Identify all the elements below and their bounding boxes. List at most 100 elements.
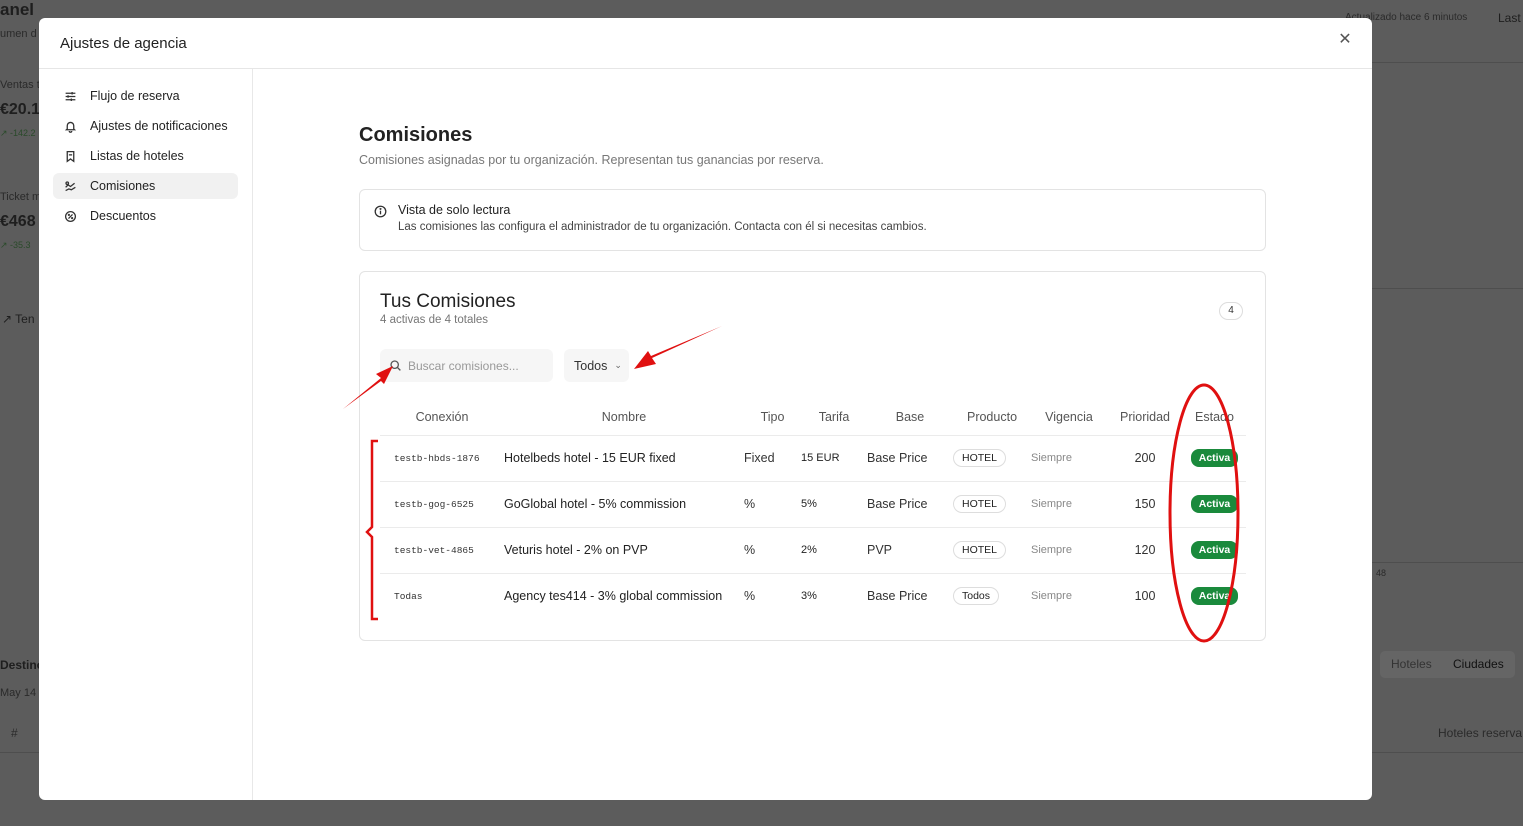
cell-tipo: % — [744, 481, 801, 528]
cell-base: PVP — [867, 527, 953, 574]
cell-vigencia: Siempre — [1031, 590, 1072, 603]
sidebar-item-comisiones[interactable]: Comisiones — [53, 173, 238, 199]
cell-conexion: testb-vet-4865 — [380, 527, 504, 574]
chevron-down-icon: ⌄ — [614, 360, 622, 370]
bg-tab-ciudades: Ciudades — [1453, 657, 1504, 671]
sidebar-item-listas-de-hoteles[interactable]: Listas de hoteles — [53, 143, 238, 169]
col-header-producto[interactable]: Producto — [953, 400, 1031, 436]
product-pill: Todos — [953, 587, 1000, 606]
product-pill: HOTEL — [953, 449, 1007, 467]
bg-title: anel — [0, 0, 35, 19]
page-subtitle: Comisiones asignadas por tu organización… — [359, 153, 824, 167]
cell-nombre: Hotelbeds hotel - 15 EUR fixed — [504, 435, 744, 482]
col-header-prioridad[interactable]: Prioridad — [1107, 400, 1183, 436]
table-row[interactable]: Todas Agency tes414 - 3% global commissi… — [380, 573, 1246, 619]
cell-tipo: % — [744, 589, 756, 604]
cell-tarifa: 2% — [801, 527, 867, 574]
commissions-card: Tus Comisiones 4 activas de 4 totales 4 … — [359, 271, 1266, 641]
notice-title: Vista de solo lectura — [398, 203, 511, 217]
cell-prioridad: 120 — [1107, 527, 1183, 574]
col-header-estado[interactable]: Estado — [1183, 400, 1246, 436]
settings-modal: Ajustes de agencia ✕ Flujo de reserva Aj… — [39, 18, 1372, 800]
bg-subtitle: umen d — [0, 28, 37, 40]
bg-trend-label: ↗ Ten — [2, 312, 35, 326]
bg-divider — [1372, 62, 1523, 63]
cell-base: Base Price — [867, 589, 928, 604]
status-badge: Activa — [1190, 449, 1239, 467]
status-badge: Activa — [1190, 541, 1239, 559]
settings-sidebar: Flujo de reserva Ajustes de notificacion… — [39, 69, 253, 800]
bg-ticket-label: Ticket m — [0, 191, 42, 203]
search-icon — [390, 360, 401, 371]
search-input[interactable] — [408, 358, 548, 373]
cell-estado: Activa — [1183, 481, 1246, 528]
sidebar-item-descuentos[interactable]: Descuentos — [53, 203, 238, 229]
cell-estado: Activa — [1183, 527, 1246, 574]
modal-title: Ajustes de agencia — [60, 34, 187, 52]
cell-base: Base Price — [867, 435, 953, 482]
col-header-base[interactable]: Base — [867, 400, 953, 436]
search-box[interactable] — [380, 349, 553, 382]
bg-last: Last — [1498, 11, 1521, 25]
cell-tipo: Fixed — [744, 435, 801, 482]
bg-ticket-value: €468 — [0, 213, 36, 230]
cell-tipo: % — [744, 527, 801, 574]
cell-estado: Activa — [1183, 435, 1246, 482]
bg-ventas-label: Ventas t — [0, 79, 40, 91]
status-badge: Activa — [1190, 587, 1239, 606]
bg-destino-label: Destino — [0, 658, 45, 672]
bg-axis — [1372, 562, 1523, 563]
commissions-content: Comisiones Comisiones asignadas por tu o… — [359, 69, 1266, 641]
bg-col-hoteles: Hoteles reserva — [1438, 726, 1523, 740]
sidebar-item-label: Comisiones — [90, 179, 156, 193]
cell-prioridad: 200 — [1107, 435, 1183, 482]
bg-date-label: May 14 - — [0, 687, 43, 699]
table-row[interactable]: testb-vet-4865 Veturis hotel - 2% on PVP… — [380, 527, 1246, 574]
cell-producto: HOTEL — [953, 527, 1031, 574]
card-subtitle: 4 activas de 4 totales — [380, 314, 489, 326]
sidebar-item-flujo-de-reserva[interactable]: Flujo de reserva — [53, 83, 238, 109]
bg-ticket-delta: ↗ -35.3 — [0, 240, 31, 250]
bg-ventas-value: €20.1 — [0, 101, 41, 118]
sidebar-item-ajustes-de-notificaciones[interactable]: Ajustes de notificaciones — [53, 113, 238, 139]
sidebar-item-label: Listas de hoteles — [90, 149, 184, 163]
bell-icon — [63, 119, 77, 133]
filter-selected: Todos — [574, 358, 608, 373]
col-header-nombre[interactable]: Nombre — [504, 400, 744, 436]
cell-conexion: Todas — [394, 590, 423, 602]
discount-icon — [63, 209, 77, 223]
close-icon[interactable]: ✕ — [1334, 29, 1356, 51]
status-filter-dropdown[interactable]: Todos ⌄ — [564, 349, 629, 382]
bookmark-icon — [63, 149, 77, 163]
table-row[interactable]: testb-hbds-1876 Hotelbeds hotel - 15 EUR… — [380, 435, 1246, 482]
commissions-table: Conexión Nombre Tipo Tarifa Base Product… — [380, 400, 1246, 619]
sidebar-item-label: Descuentos — [90, 209, 157, 223]
table-header-row: Conexión Nombre Tipo Tarifa Base Product… — [380, 400, 1246, 436]
cell-vigencia: Siempre — [1031, 435, 1107, 482]
col-header-tarifa[interactable]: Tarifa — [801, 400, 867, 436]
page-title: Comisiones — [359, 124, 473, 146]
cell-tarifa: 3% — [801, 590, 817, 603]
cell-conexion: testb-hbds-1876 — [380, 435, 504, 482]
notice-text: Las comisiones las configura el administ… — [398, 221, 927, 233]
sidebar-item-label: Flujo de reserva — [90, 89, 180, 103]
commission-icon — [63, 179, 77, 193]
col-header-vigencia[interactable]: Vigencia — [1031, 400, 1107, 436]
cell-nombre: GoGlobal hotel - 5% commission — [504, 481, 744, 528]
col-header-tipo[interactable]: Tipo — [744, 400, 801, 436]
card-title: Tus Comisiones — [380, 291, 516, 312]
cell-nombre: Veturis hotel - 2% on PVP — [504, 527, 744, 574]
cell-tarifa: 5% — [801, 481, 867, 528]
bg-divider — [1372, 288, 1523, 289]
cell-prioridad: 150 — [1107, 481, 1183, 528]
sidebar-item-label: Ajustes de notificaciones — [90, 119, 228, 133]
table-row[interactable]: testb-gog-6525 GoGlobal hotel - 5% commi… — [380, 481, 1246, 528]
bg-ventas-delta: ↗ -142.2 — [0, 128, 36, 138]
cell-nombre: Agency tes414 - 3% global commission — [504, 589, 723, 604]
product-pill: HOTEL — [953, 495, 1007, 513]
cell-prioridad: 100 — [1134, 589, 1156, 604]
bg-axis-tick: 48 — [1376, 568, 1387, 578]
cell-estado: Activa — [1183, 573, 1246, 619]
cell-conexion: testb-gog-6525 — [380, 481, 504, 528]
col-header-conexion[interactable]: Conexión — [380, 400, 504, 436]
